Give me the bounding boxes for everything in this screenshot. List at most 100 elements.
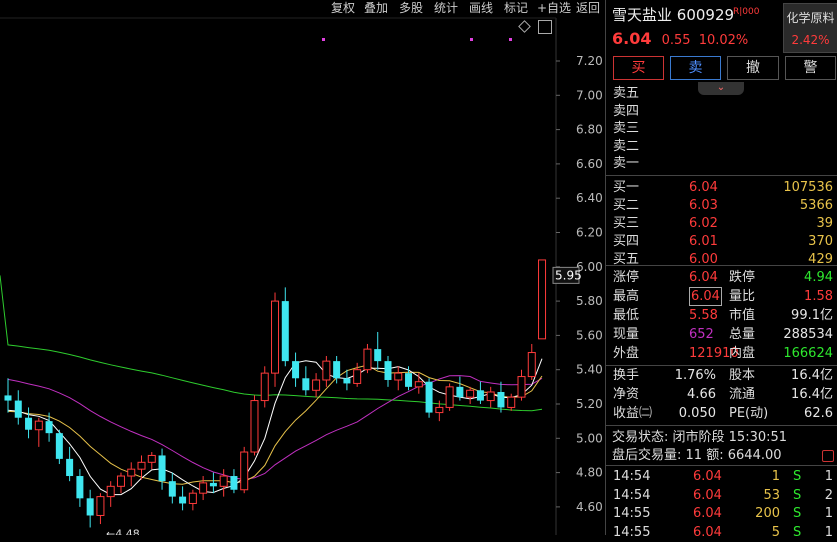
candle-body xyxy=(168,481,176,497)
candle-body xyxy=(538,259,547,340)
candle-body xyxy=(4,395,12,401)
candle-body xyxy=(384,361,392,380)
tick-side: S xyxy=(793,506,802,521)
candle-body xyxy=(260,372,269,402)
expand-book-icon[interactable]: ⌄ xyxy=(698,82,744,95)
candle-body xyxy=(66,458,74,477)
tick-side: S xyxy=(793,487,802,503)
stat-label: PE(动) xyxy=(729,406,769,421)
candle-body xyxy=(486,391,495,402)
y-tick-label: 6.20 xyxy=(576,226,603,240)
candle-body xyxy=(199,482,208,494)
candle-body xyxy=(445,386,454,408)
candle-body xyxy=(76,476,84,499)
signal-marker xyxy=(470,38,473,41)
stat-label: 净资 xyxy=(613,387,640,402)
stat-value: 99.1亿 xyxy=(791,308,833,323)
trade-status-label: 交易状态: xyxy=(612,430,669,445)
candle-body xyxy=(435,406,444,414)
y-tick-label: 4.80 xyxy=(576,466,603,480)
stat-label: 最高 xyxy=(613,289,640,304)
tick-time: 14:54 xyxy=(613,469,651,484)
stat-label: 总量 xyxy=(729,327,756,342)
price-line: 6.04 0.55 10.02% xyxy=(612,29,748,48)
tick-side: S xyxy=(793,469,802,484)
toolbar-back[interactable]: 返回 xyxy=(576,0,600,17)
candle-body xyxy=(394,372,403,381)
stat-value: 288534 xyxy=(783,327,833,342)
candle-body xyxy=(476,390,484,401)
buy-level-volume: 429 xyxy=(808,252,833,267)
sell-button[interactable]: 卖 xyxy=(670,56,721,80)
tick-price: 6.04 xyxy=(693,469,722,484)
stat-value: 1.58 xyxy=(804,289,833,304)
sector-box[interactable]: 化学原料 2.42% xyxy=(783,3,837,53)
tick-time: 14:54 xyxy=(613,487,651,503)
buy-level-label: 买三 xyxy=(613,216,640,231)
toolbar-draw-line[interactable]: 画线 xyxy=(469,0,493,17)
buy-level-volume: 5366 xyxy=(799,198,833,213)
after-hours-amt: 6644.00 xyxy=(727,448,782,463)
price-change: 0.55 xyxy=(661,33,691,48)
candle-body xyxy=(271,300,280,374)
signal-marker xyxy=(322,38,325,41)
candle-body xyxy=(34,420,43,431)
sell-level-2-label: 卖二 xyxy=(613,138,640,154)
toolbar-add-watchlist[interactable]: +自选 xyxy=(537,0,571,17)
candle-body xyxy=(517,376,526,398)
tick-price: 6.04 xyxy=(693,506,722,521)
tick-price: 6.04 xyxy=(693,487,722,503)
cancel-order-button[interactable]: 撤 xyxy=(727,56,779,80)
buy-level-label: 买一 xyxy=(613,180,640,195)
buy-level-price: 6.04 xyxy=(689,180,718,195)
buy-button[interactable]: 买 xyxy=(613,56,664,80)
candle-body xyxy=(425,381,433,413)
stat-label: 内盘 xyxy=(729,346,756,361)
candle-body xyxy=(147,454,156,463)
stat-label: 市值 xyxy=(729,308,756,323)
toolbar-mark[interactable]: 标记 xyxy=(504,0,528,17)
toolbar-restore-rights[interactable]: 复权 xyxy=(331,0,355,17)
y-tick-label: 4.60 xyxy=(576,500,603,514)
stat-label: 股本 xyxy=(729,368,756,383)
candle-body xyxy=(322,360,331,381)
candle-body xyxy=(363,348,372,371)
candle-body xyxy=(240,451,249,491)
candle-body xyxy=(209,482,217,487)
low-price-annotation: ←4.48 xyxy=(106,527,140,535)
tick-volume: 200 xyxy=(755,506,780,521)
stat-label: 流通 xyxy=(729,387,756,402)
candle-body xyxy=(292,361,300,379)
stat-label: 现量 xyxy=(613,327,640,342)
last-price-marker: 5.95 xyxy=(555,268,582,282)
toolbar-overlay[interactable]: 叠加 xyxy=(364,0,388,17)
tick-time: 14:55 xyxy=(613,506,651,521)
buy-level-price: 6.02 xyxy=(689,216,718,231)
candle-body xyxy=(414,381,423,388)
buy-level-price: 6.01 xyxy=(689,234,718,249)
toolbar-multi-stock[interactable]: 多股 xyxy=(399,0,423,17)
y-tick-label: 7.00 xyxy=(576,88,603,102)
buy-level-volume: 39 xyxy=(816,216,833,231)
toolbar-stats[interactable]: 统计 xyxy=(434,0,458,17)
tick-count: 2 xyxy=(824,487,833,503)
tick-price: 6.04 xyxy=(693,524,722,540)
stat-label: 外盘 xyxy=(613,346,640,361)
after-hours-icon[interactable] xyxy=(822,450,834,462)
sector-pct: 2.42% xyxy=(791,33,830,47)
after-hours-vol: 11 xyxy=(685,448,703,463)
sector-name: 化学原料 xyxy=(786,11,835,25)
candle-body xyxy=(230,476,238,490)
tick-count: 1 xyxy=(824,524,833,540)
candle-body xyxy=(219,475,228,487)
alert-button[interactable]: 警 xyxy=(785,56,836,80)
candle-body xyxy=(158,455,166,482)
stat-value: 16.4亿 xyxy=(791,368,833,383)
stat-label: 最低 xyxy=(613,308,640,323)
collapse-icon[interactable] xyxy=(538,20,552,34)
stat-value: 166624 xyxy=(783,346,833,361)
stat-value: 1.76% xyxy=(674,368,716,383)
stat-label: 涨停 xyxy=(613,270,640,285)
stock-title: 雪天盐业 xyxy=(612,6,673,24)
trade-status: 交易状态: 闭市阶段 15:30:51 xyxy=(612,428,787,447)
